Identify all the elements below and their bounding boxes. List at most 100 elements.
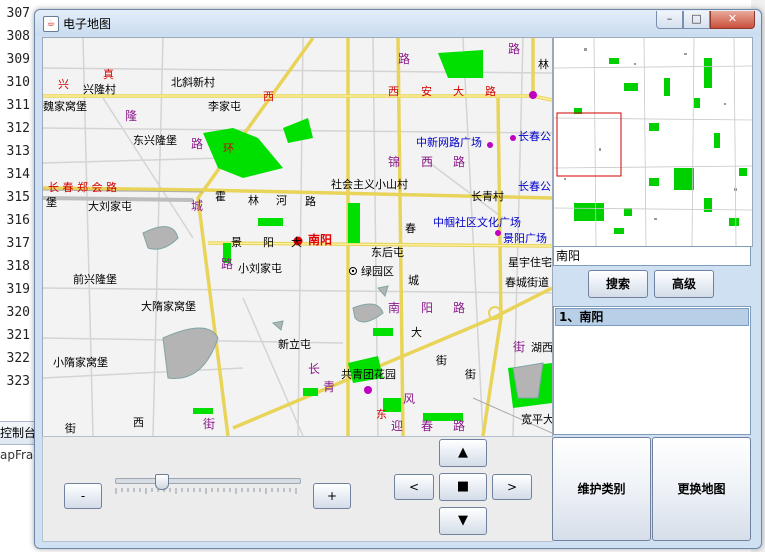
line-number: 322 [6,351,30,366]
map-label-search-result[interactable]: 南阳 [308,234,332,247]
zoom-out-button[interactable]: - [64,483,102,509]
map-label: 大 [411,326,422,339]
line-number: 309 [6,52,30,67]
pan-left-button[interactable]: < [394,474,434,500]
map-label: 东后屯 [371,246,404,259]
maximize-button[interactable]: □ [683,11,710,29]
maintain-category-button[interactable]: 维护类别 [552,437,651,541]
window-controls: – □ ✕ [656,11,755,29]
map-label: 大 [291,236,302,249]
map-label: 河 [276,194,287,207]
map-label: 堡 [46,196,57,209]
map-label: 环 [223,142,234,155]
map-label: 路 [398,52,411,66]
map-label: 李家屯 [208,100,241,113]
pan-up-button[interactable]: ▲ [439,439,487,467]
map-label: 安 [421,85,432,98]
zoom-in-button[interactable]: + [313,483,351,509]
map-label: 真 [103,68,114,81]
map-label: 共青团花园 [341,368,396,381]
line-number: 320 [6,305,30,320]
overview-map[interactable] [553,37,753,247]
pan-center-button[interactable]: ■ [439,473,487,501]
map-window: ☕ 电子地图 – □ ✕ 真 北斜新村 路 路 林 兴 兴隆村 西 西 安 大 … [34,9,762,549]
map-label: 中帼社区文化广场 [433,216,521,229]
search-results-list[interactable]: 1、南阳 [553,306,751,435]
map-label: 湖西 [531,341,553,354]
minimize-button[interactable]: – [656,11,683,29]
map-label: 路 [453,301,466,315]
map-label: 大隋家窝堡 [141,300,196,313]
map-label: 路 [221,257,234,271]
map-label: 东兴隆堡 [133,134,177,147]
pan-down-button[interactable]: ▼ [439,507,487,535]
close-button[interactable]: ✕ [710,11,755,29]
map-label: 林 [538,58,549,71]
map-label: 兴隆村 [83,83,116,96]
map-label: 大刘家屯 [88,200,132,213]
map-label: 锦 [388,155,401,169]
map-label: 路 [485,85,496,98]
map-label: 长春公 [518,180,551,193]
zoom-slider-track[interactable] [115,478,301,484]
change-map-button[interactable]: 更换地图 [652,437,751,541]
map-label: 城 [408,274,419,287]
map-label: 街 [465,368,476,381]
map-label: 长 [308,362,321,376]
map-label: 大 [453,85,464,98]
map-label: 街 [513,340,526,354]
map-label: 阳 [263,236,274,249]
line-number: 323 [6,374,30,389]
map-label: 青 [323,380,336,394]
map-label: 宽平大 [521,413,553,426]
map-label: 街 [203,417,216,431]
advanced-search-button[interactable]: 高级 [654,270,714,298]
line-number: 318 [6,259,30,274]
java-app-icon: ☕ [43,16,59,32]
map-label: 春城街道 [505,276,549,289]
map-label: 风 [403,392,416,406]
map-label: 长青村 [471,190,504,203]
overview-graphics [554,38,752,246]
map-label: 春 [405,222,416,235]
list-item[interactable]: 1、南阳 [555,308,749,326]
line-number: 307 [6,6,30,21]
line-number: 313 [6,144,30,159]
map-label: 新立屯 [278,338,311,351]
line-number: 317 [6,236,30,251]
window-title: 电子地图 [63,17,112,31]
map-label: 阳 [421,301,434,315]
pan-right-button[interactable]: > [492,474,532,500]
map-label: 长春公 [518,130,551,143]
map-label: 前兴隆堡 [73,273,117,286]
line-number: 315 [6,190,30,205]
map-label: 街 [436,354,447,367]
line-number: 311 [6,98,30,113]
map-label: 春 [421,419,434,433]
map-label: 中新网路广场 [416,136,482,149]
line-number: 308 [6,29,30,44]
map-label: 兴 [58,78,69,91]
map-view[interactable]: 真 北斜新村 路 路 林 兴 兴隆村 西 西 安 大 路 魏家窝堡 李家屯 隆 … [42,37,553,437]
map-label: 街 [65,422,76,435]
line-number: 312 [6,121,30,136]
map-label: 社会主义小山村 [331,178,408,191]
line-number: 319 [6,282,30,297]
line-number: 316 [6,213,30,228]
map-label: 路 [305,195,316,208]
map-label: 西 [421,155,434,169]
map-label: 景 [231,236,242,249]
line-number: 321 [6,328,30,343]
map-label: 隆 [125,109,138,123]
map-label: 路 [191,137,204,151]
map-label: 林 [248,194,259,207]
title-bar[interactable]: ☕ 电子地图 – □ ✕ [35,10,761,36]
map-label: 魏家窝堡 [43,100,87,113]
map-label: 小隋家窝堡 [53,356,108,369]
map-label: 路 [453,419,466,433]
map-label: 小刘家屯 [238,262,282,275]
search-input[interactable]: 南阳 [553,246,751,266]
search-button[interactable]: 搜索 [588,270,648,298]
map-label: 路 [453,155,466,169]
map-label: 东 [376,408,387,421]
